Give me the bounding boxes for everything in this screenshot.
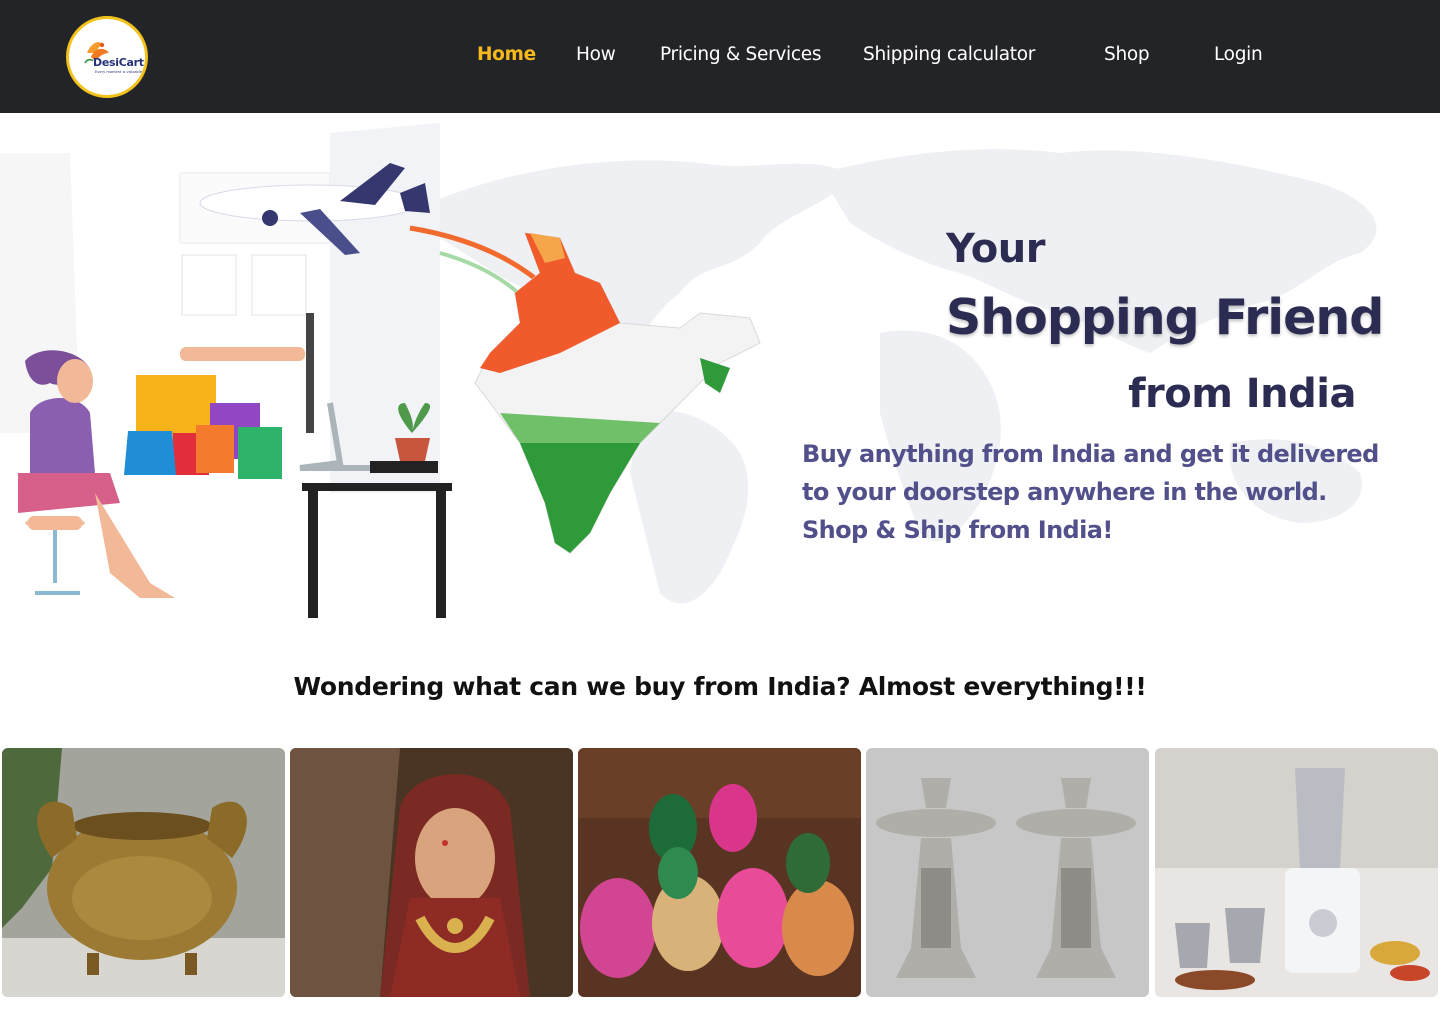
top-navbar: DesiCart Every moment is valuable Home H… [0,0,1440,113]
logo-wordmark: DesiCart [93,56,144,69]
hero-description: Buy anything from India and get it deliv… [802,435,1379,549]
product-tile-potli-bags[interactable] [578,748,861,997]
nav-home-link[interactable]: Home [477,44,536,65]
product-tile-brass-urn[interactable] [2,748,285,997]
desicart-logo[interactable]: DesiCart Every moment is valuable [66,16,148,98]
nav-shipping-calculator-link[interactable]: Shipping calculator [863,44,1035,65]
hero-title-line1: Your [946,226,1045,272]
silver-lamps-image [866,748,1149,997]
potli-bags-image [578,748,861,997]
hero-description-line2: to your doorstep anywhere in the world. [802,478,1327,506]
hero-description-line1: Buy anything from India and get it deliv… [802,440,1379,468]
buy-section-heading: Wondering what can we buy from India? Al… [293,672,1147,701]
nav-pricing-link[interactable]: Pricing & Services [660,44,821,65]
shopping-bags-illustration [124,347,305,479]
product-tile-bridal-jewelry[interactable] [290,748,573,997]
hero-banner: Your Shopping Friend from India Buy anyt… [0,113,1440,618]
hero-description-line3: Shop & Ship from India! [802,516,1113,544]
nav-login-link[interactable]: Login [1214,44,1263,65]
hero-title-line3: from India [1128,371,1356,417]
brass-urn-image [2,748,285,997]
nav-how-link[interactable]: How [576,44,616,65]
bridal-jewelry-image [290,748,573,997]
mixer-grinder-image [1155,748,1438,997]
product-tile-mixer-grinder[interactable] [1155,748,1438,997]
logo-tagline: Every moment is valuable [95,70,142,74]
hero-title-line2: Shopping Friend [946,289,1384,346]
nav-shop-link[interactable]: Shop [1104,44,1150,65]
product-tile-silver-lamps[interactable] [866,748,1149,997]
